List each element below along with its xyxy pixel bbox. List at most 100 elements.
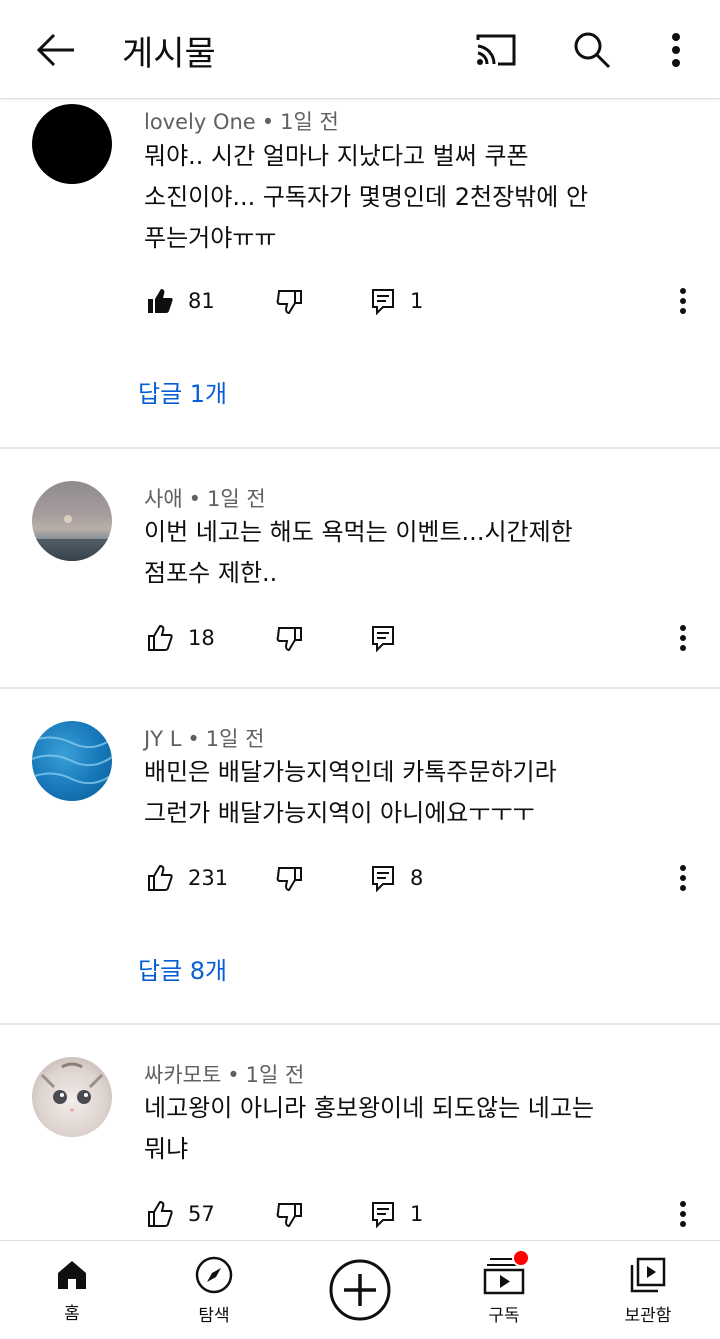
avatar[interactable]: [32, 721, 112, 801]
dislike-button[interactable]: [276, 853, 304, 903]
comment-text-line: 푸는거야ㅠㅠ: [144, 224, 277, 252]
nav-home-label: 홈: [64, 1303, 80, 1324]
thumb-down-icon: [276, 290, 302, 315]
like-button[interactable]: 57: [146, 1189, 215, 1239]
thumb-up-icon: [148, 1200, 173, 1227]
comment-text-line: 그런가 배달가능지역이 아니에요ㅜㅜㅜ: [144, 799, 535, 827]
meta-separator: •: [188, 487, 202, 511]
reply-count: 1: [410, 289, 424, 313]
view-replies-link[interactable]: 답글 8개: [138, 951, 227, 986]
more-vert-icon: [680, 865, 686, 891]
author-name[interactable]: JY L: [144, 727, 181, 751]
comment-meta: lovely One • 1일 전: [144, 106, 339, 136]
bottom-navigation: 홈 탐색 구독 보관함: [0, 1240, 720, 1339]
thumb-up-icon: [148, 864, 173, 891]
thumb-down-icon: [276, 627, 302, 652]
meta-separator: •: [227, 1063, 240, 1087]
nav-create[interactable]: [320, 1241, 400, 1339]
comment-text: 네고왕이 아니라 홍보왕이네 되도않는 네고는 뭐냐: [144, 1088, 684, 1170]
library-icon: [630, 1257, 666, 1292]
author-name[interactable]: 사애: [144, 487, 183, 511]
like-button[interactable]: 81: [146, 276, 215, 326]
avatar[interactable]: [32, 1057, 112, 1137]
nav-explore[interactable]: 탐색: [172, 1241, 256, 1339]
like-button[interactable]: 18: [146, 613, 215, 663]
nav-subscriptions[interactable]: 구독: [462, 1241, 546, 1339]
comment-actions: 231 8: [0, 853, 720, 903]
like-count: 57: [188, 1202, 215, 1226]
divider: [0, 447, 720, 449]
comment-meta: 사애 • 1일 전: [144, 483, 266, 513]
author-name[interactable]: 싸카모토: [144, 1063, 221, 1087]
comment-text-line: 배민은 배달가능지역인데 카톡주문하기라: [144, 758, 557, 786]
comment-reply-icon: [372, 866, 394, 892]
comment-reply-icon: [372, 289, 394, 315]
back-arrow-icon: [36, 33, 74, 67]
comment-actions: 18: [0, 613, 720, 663]
dislike-button[interactable]: [276, 1189, 304, 1239]
like-count: 231: [188, 866, 229, 890]
comment-reply-icon: [372, 1202, 394, 1228]
comment-menu-button[interactable]: [668, 853, 698, 903]
thumb-up-icon: [148, 624, 173, 651]
like-count: 81: [188, 289, 215, 313]
nav-library[interactable]: 보관함: [606, 1241, 690, 1339]
search-icon: [574, 32, 611, 69]
like-count: 18: [188, 626, 215, 650]
compass-icon: [195, 1256, 233, 1293]
back-button[interactable]: [26, 26, 86, 74]
nav-home[interactable]: 홈: [30, 1241, 114, 1339]
avatar[interactable]: [32, 481, 112, 561]
reply-button[interactable]: 1: [370, 1189, 423, 1239]
subscriptions-icon-wrap: [482, 1248, 530, 1295]
dislike-button[interactable]: [276, 613, 304, 663]
comment-meta: JY L • 1일 전: [144, 723, 264, 753]
comment-menu-button[interactable]: [668, 276, 698, 326]
home-icon: [58, 1260, 86, 1289]
reply-button[interactable]: 8: [370, 853, 423, 903]
comment-time: 1일 전: [205, 727, 265, 751]
search-button[interactable]: [560, 24, 624, 76]
dislike-button[interactable]: [276, 276, 304, 326]
reply-button[interactable]: [370, 613, 410, 663]
more-vert-icon: [680, 288, 686, 314]
nav-library-label: 보관함: [624, 1305, 672, 1326]
reply-count: 1: [410, 1202, 424, 1226]
top-app-bar: 게시물: [0, 0, 720, 99]
cat-photo: [40, 1062, 104, 1112]
meta-separator: •: [187, 727, 200, 751]
more-options-button[interactable]: [650, 24, 702, 76]
thumb-down-icon: [276, 1203, 302, 1228]
notification-dot: [512, 1248, 530, 1267]
thumb-up-filled-icon: [148, 289, 173, 313]
add-circle-icon: [329, 1259, 391, 1321]
comment-time: 1일 전: [245, 1063, 305, 1087]
comment-actions: 57 1: [0, 1189, 720, 1239]
more-vert-icon: [672, 33, 680, 67]
comment-text-line: 이번 네고는 해도 욕먹는 이벤트...시간제한: [144, 518, 573, 546]
reply-button[interactable]: 1: [370, 276, 423, 326]
comment-text: 배민은 배달가능지역인데 카톡주문하기라 그런가 배달가능지역이 아니에요ㅜㅜㅜ: [144, 752, 684, 834]
comment-actions: 81 1: [0, 276, 720, 326]
avatar[interactable]: [32, 104, 112, 184]
comment-menu-button[interactable]: [668, 1189, 698, 1239]
comment-reply-icon: [372, 626, 394, 652]
cast-button[interactable]: [464, 24, 528, 76]
thumb-down-icon: [276, 867, 302, 892]
comment-time: 1일 전: [207, 487, 266, 511]
author-name[interactable]: lovely One: [144, 110, 256, 134]
comment-text-line: 소진이야... 구독자가 몇명인데 2천장밖에 안: [144, 183, 589, 211]
cast-icon: [476, 34, 516, 66]
water-photo: [32, 736, 112, 785]
comment-text-line: 뭐야.. 시간 얼마나 지났다고 벌써 쿠폰: [144, 142, 529, 170]
comment-time: 1일 전: [280, 110, 339, 134]
view-replies-link[interactable]: 답글 1개: [138, 374, 227, 409]
comment-menu-button[interactable]: [668, 613, 698, 663]
comment-text: 뭐야.. 시간 얼마나 지났다고 벌써 쿠폰 소진이야... 구독자가 몇명인데…: [144, 136, 684, 259]
like-button[interactable]: 231: [146, 853, 228, 903]
more-vert-icon: [680, 625, 686, 651]
page-title: 게시물: [122, 34, 216, 74]
comment-text-line: 네고왕이 아니라 홍보왕이네 되도않는 네고는: [144, 1094, 595, 1122]
more-vert-icon: [680, 1201, 686, 1227]
meta-separator: •: [261, 110, 275, 134]
